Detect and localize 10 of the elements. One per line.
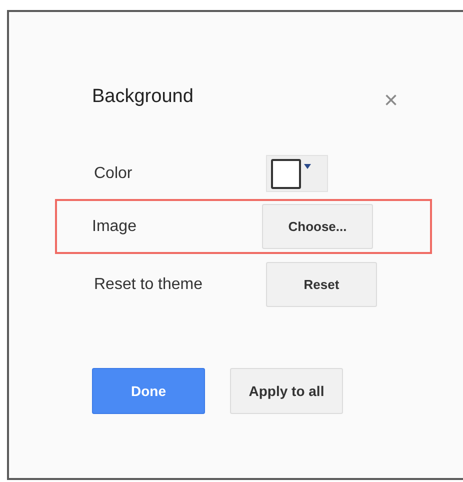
row-button[interactable]: Choose... bbox=[262, 204, 373, 249]
dropdown-caret-icon bbox=[304, 164, 311, 169]
setting-label: Image bbox=[92, 218, 138, 236]
setting-label: Color bbox=[94, 164, 134, 182]
color-swatch bbox=[271, 158, 301, 188]
setting-label: Reset to theme bbox=[94, 276, 204, 294]
apply-button[interactable]: Apply to all bbox=[230, 368, 343, 414]
color-picker[interactable] bbox=[266, 155, 328, 192]
dialog-title: Background bbox=[92, 86, 194, 108]
row-button[interactable]: Reset bbox=[266, 262, 377, 307]
